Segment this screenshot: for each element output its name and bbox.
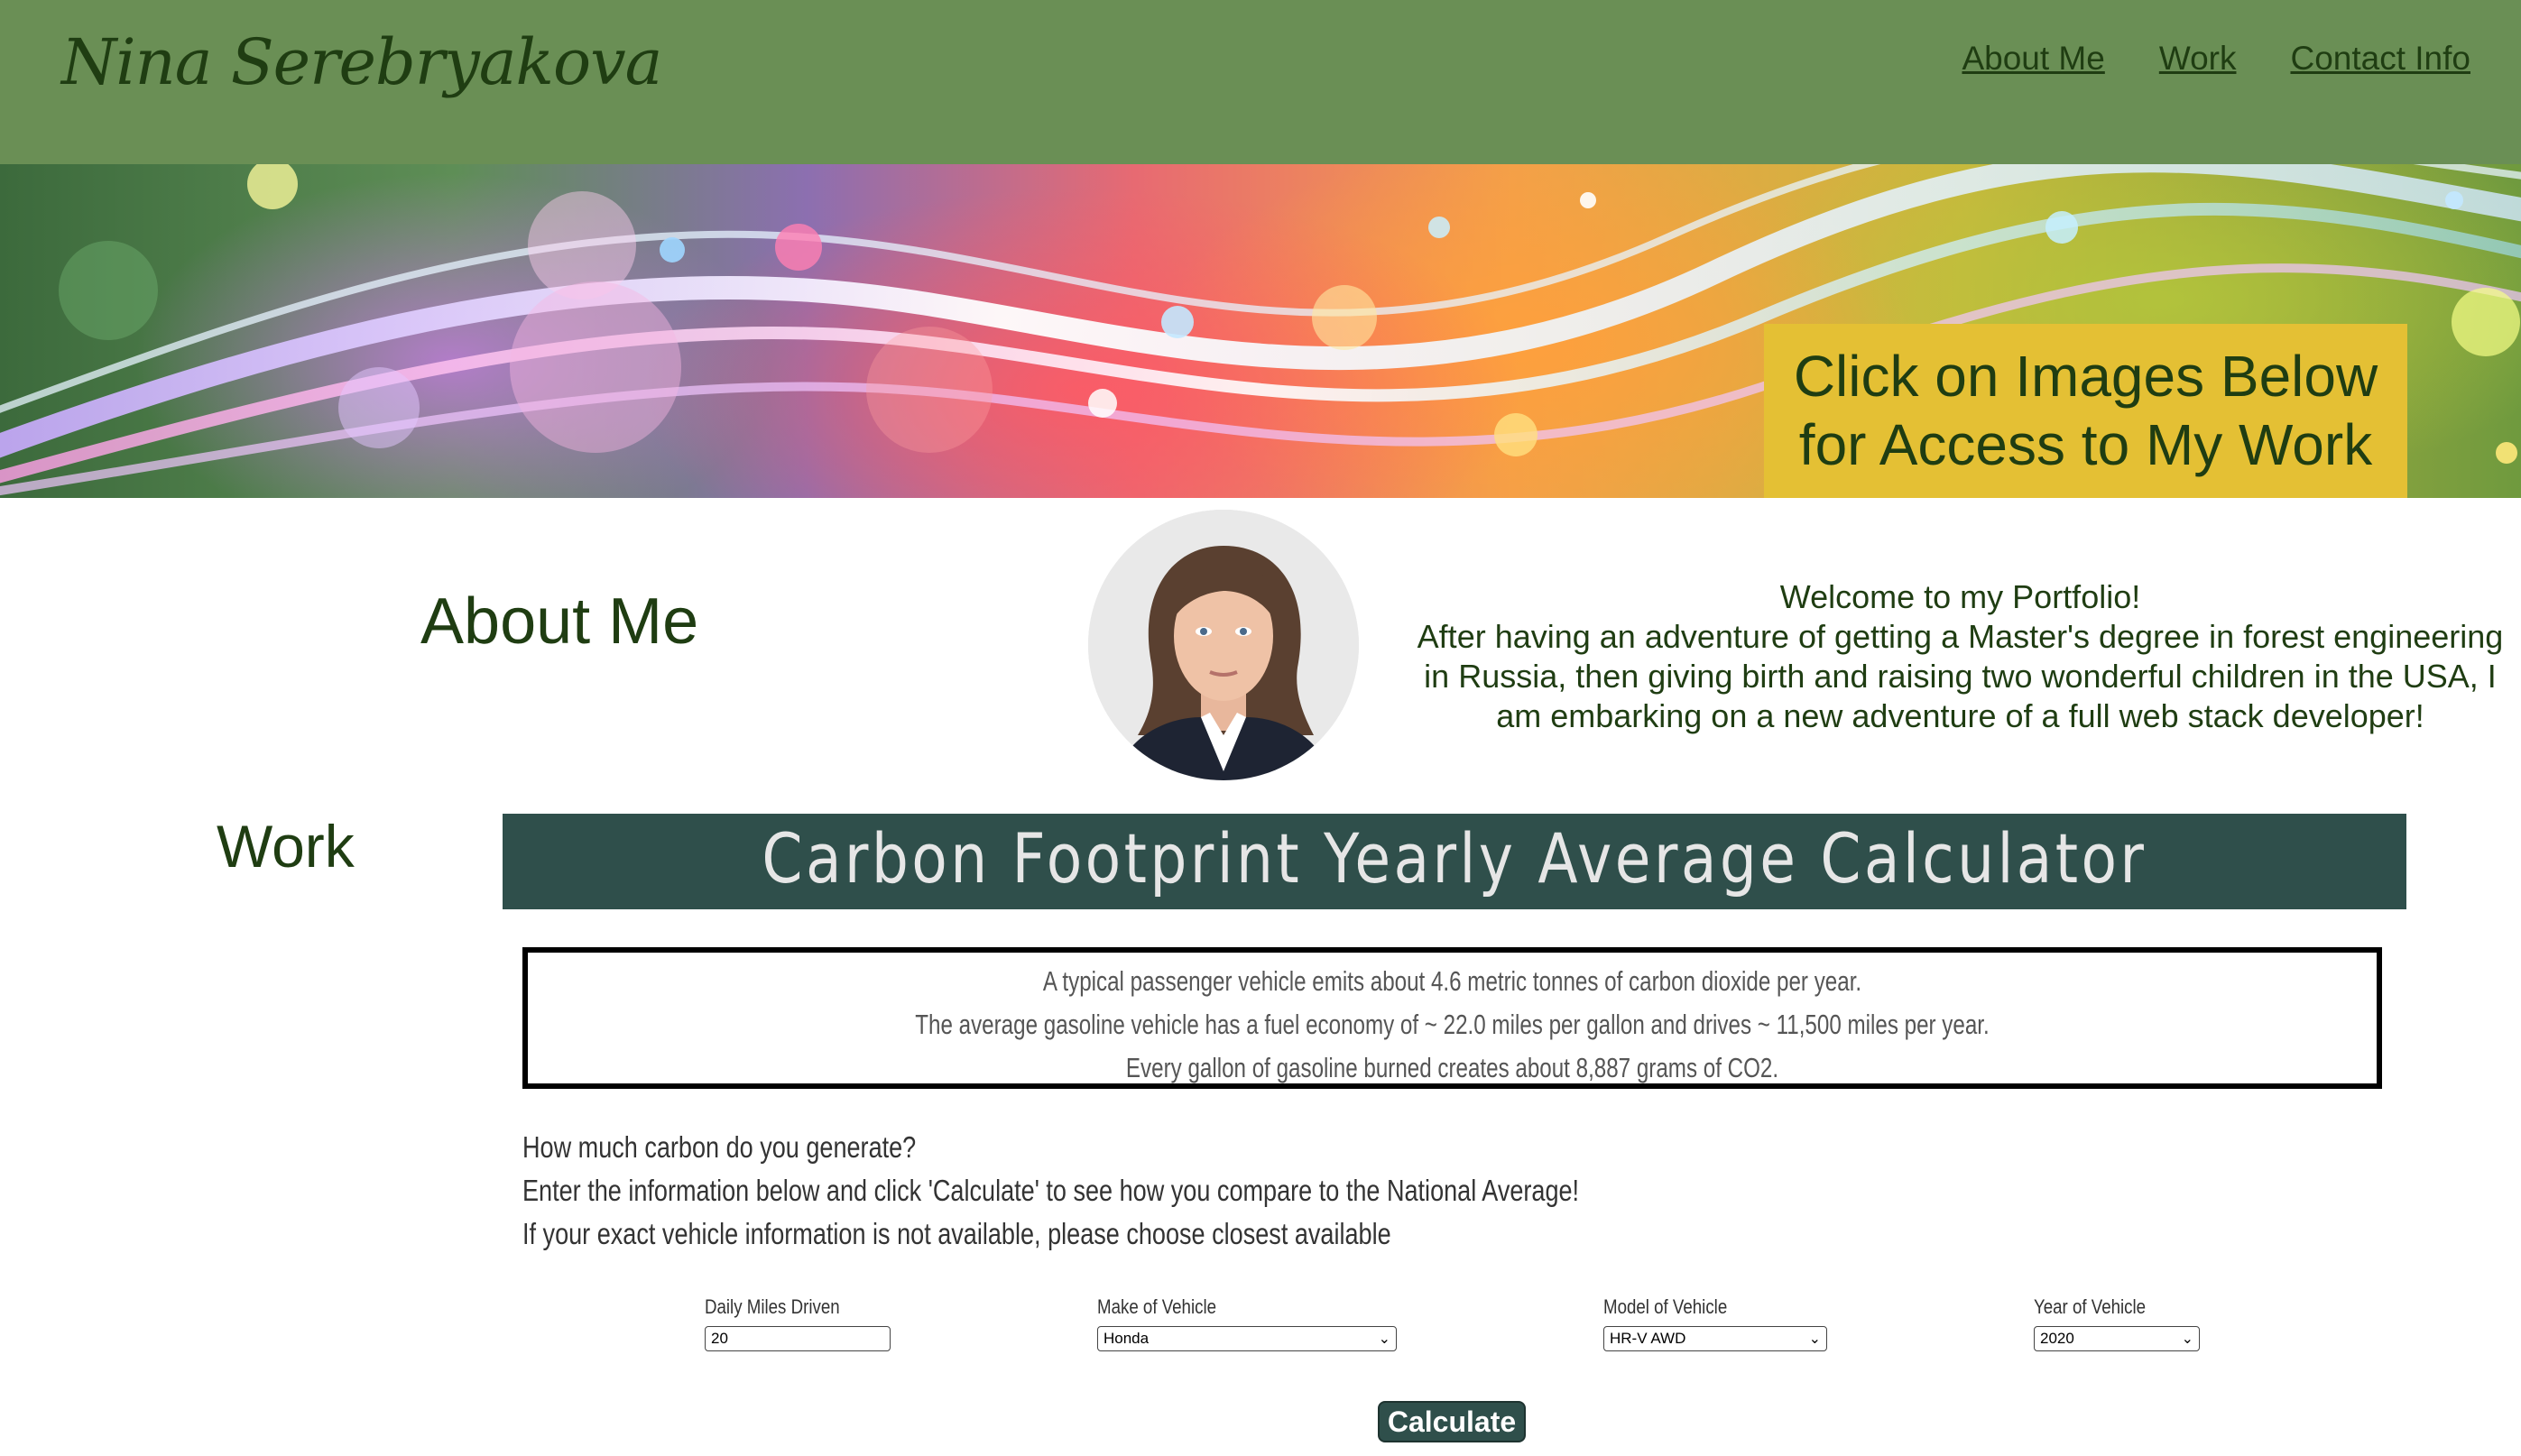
- vehicle-make-label: Make of Vehicle: [1097, 1295, 1217, 1318]
- intro-line: How much carbon do you generate?: [522, 1130, 917, 1164]
- banner-caption: Click on Images Below for Access to My W…: [1764, 324, 2407, 498]
- calculate-button[interactable]: Calculate: [1378, 1401, 1526, 1442]
- chevron-down-icon: ⌄: [2181, 1332, 2193, 1347]
- profile-photo: [1088, 510, 1359, 780]
- vehicle-year-field: Year of Vehicle 2020 ⌄: [2034, 1295, 2200, 1351]
- vehicle-year-value: 2020: [2040, 1330, 2074, 1347]
- vehicle-model-label: Model of Vehicle: [1603, 1295, 1728, 1318]
- calculator-title: Carbon Footprint Yearly Average Calculat…: [762, 818, 2147, 898]
- daily-miles-input[interactable]: [705, 1326, 891, 1351]
- daily-miles-label: Daily Miles Driven: [705, 1295, 840, 1318]
- fact-line: The average gasoline vehicle has a fuel …: [915, 1009, 1990, 1040]
- profile-photo-illustration: [1088, 510, 1359, 780]
- site-header: Nina Serebryakova About Me Work Contact …: [0, 0, 2521, 164]
- site-brand[interactable]: Nina Serebryakova: [61, 25, 662, 99]
- vehicle-year-label: Year of Vehicle: [2034, 1295, 2147, 1318]
- intro-line: If your exact vehicle information is not…: [522, 1217, 1391, 1250]
- welcome-title: Welcome to my Portfolio!: [1779, 578, 2141, 615]
- vehicle-make-select[interactable]: Honda ⌄: [1097, 1326, 1397, 1351]
- chevron-down-icon: ⌄: [1378, 1332, 1390, 1347]
- vehicle-model-value: HR-V AWD: [1610, 1330, 1686, 1347]
- banner-caption-line-2: for Access to My Work: [1798, 412, 2373, 477]
- vehicle-make-value: Honda: [1104, 1330, 1150, 1347]
- vehicle-model-field: Model of Vehicle HR-V AWD ⌄: [1603, 1295, 1827, 1351]
- hero-banner-image: Click on Images Below for Access to My W…: [0, 164, 2521, 498]
- nav-link-work[interactable]: Work: [2159, 40, 2237, 78]
- vehicle-make-field: Make of Vehicle Honda ⌄: [1097, 1295, 1397, 1351]
- vehicle-year-select[interactable]: 2020 ⌄: [2034, 1326, 2200, 1351]
- work-heading: Work: [217, 813, 355, 880]
- intro-line: Enter the information below and click 'C…: [522, 1174, 1580, 1207]
- chevron-down-icon: ⌄: [1808, 1332, 1821, 1347]
- calculator-intro: How much carbon do you generate? Enter t…: [522, 1126, 1579, 1256]
- fact-line: A typical passenger vehicle emits about …: [1042, 965, 1862, 997]
- about-me-heading: About Me: [420, 585, 699, 658]
- welcome-body: After having an adventure of getting a M…: [1417, 618, 2504, 734]
- carbon-facts-box: A typical passenger vehicle emits about …: [522, 947, 2382, 1089]
- calculator-title-banner[interactable]: Carbon Footprint Yearly Average Calculat…: [503, 814, 2406, 909]
- fact-line: Every gallon of gasoline burned creates …: [1125, 1052, 1779, 1083]
- main-nav: About Me Work Contact Info: [1962, 40, 2470, 78]
- welcome-text: Welcome to my Portfolio! After having an…: [1408, 577, 2513, 736]
- nav-link-about-me[interactable]: About Me: [1962, 40, 2104, 78]
- daily-miles-field: Daily Miles Driven: [705, 1295, 891, 1351]
- vehicle-model-select[interactable]: HR-V AWD ⌄: [1603, 1326, 1827, 1351]
- banner-caption-line-1: Click on Images Below: [1793, 344, 2378, 409]
- nav-link-contact-info[interactable]: Contact Info: [2290, 40, 2470, 78]
